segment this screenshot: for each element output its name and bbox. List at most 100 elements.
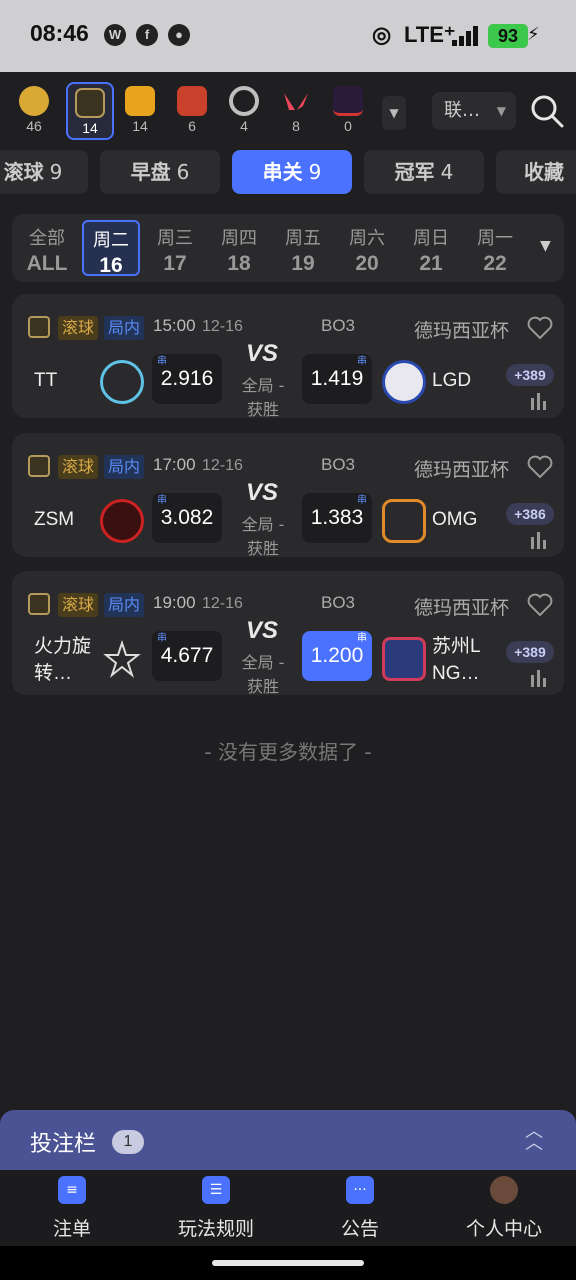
game-overwatch[interactable]: 4 <box>220 82 268 140</box>
odd-b-value: 1.200 <box>310 644 364 667</box>
day-thu[interactable]: 周四 18 <box>210 220 268 276</box>
day-sat[interactable]: 周六 20 <box>338 220 396 276</box>
clover-icon <box>19 86 49 116</box>
match-card[interactable]: 滚球 局内 17:00 12-16 BO3 德玛西亚杯 ZSM 串 3.082 … <box>12 433 564 558</box>
heart-icon <box>527 316 553 340</box>
odd-a-button[interactable]: 串 4.677 <box>152 631 222 681</box>
game-count: 6 <box>188 118 196 134</box>
market-label: 全局 - 获胜 <box>241 653 285 696</box>
cs-icon <box>125 86 155 116</box>
nav-label: 公告 <box>340 1218 379 1240</box>
tab-count: 6 <box>176 160 190 184</box>
match-card[interactable]: 滚球 局内 19:00 12-16 BO3 德玛西亚杯 火力旋转… 串 4.67… <box>12 571 564 696</box>
game-kof[interactable]: 0 <box>324 82 372 140</box>
more-markets-button[interactable]: +389 <box>506 641 554 663</box>
game-count: 0 <box>344 118 352 134</box>
game-count: 4 <box>240 118 248 134</box>
market-tabs: 滚球 9 早盘 6 串关 9 冠军 4 收藏 <box>0 148 576 196</box>
odd-b-button[interactable]: 串 1.200 <box>302 631 372 681</box>
day-fri[interactable]: 周五 19 <box>274 220 332 276</box>
parlay-tag: 串 <box>157 495 167 506</box>
kof-icon <box>333 86 363 116</box>
inplay-badge: 局内 <box>104 593 145 617</box>
game-cs[interactable]: 14 <box>116 82 164 140</box>
slip-icon: ≡ <box>58 1176 86 1204</box>
day-sun[interactable]: 周日 21 <box>402 220 460 276</box>
game-count: 14 <box>82 120 98 136</box>
home-indicator[interactable] <box>212 1260 364 1266</box>
day-mon[interactable]: 周一 22 <box>466 220 524 276</box>
status-time: 08:46 <box>30 20 89 46</box>
tab-count: 9 <box>308 160 322 184</box>
day-tue[interactable]: 周二 16 <box>82 220 140 277</box>
match-card[interactable]: 滚球 局内 15:00 12-16 BO3 德玛西亚杯 TT 串 2.916 V… <box>12 294 564 419</box>
match-time: 15:00 <box>153 316 196 335</box>
chevron-down-icon[interactable]: ▼ <box>540 238 551 254</box>
stats-button[interactable] <box>529 392 549 410</box>
game-dota[interactable]: 6 <box>168 82 216 140</box>
tab-label: 串关 <box>262 160 303 184</box>
day-date: 21 <box>419 252 443 275</box>
more-games-button[interactable]: ▼ <box>382 96 406 130</box>
stats-button[interactable] <box>529 669 549 687</box>
day-date: 18 <box>227 252 251 275</box>
overwatch-icon <box>229 86 259 116</box>
nav-rules[interactable]: ☰ 玩法规则 <box>144 1176 288 1241</box>
odd-b-button[interactable]: 串 1.383 <box>302 493 372 543</box>
day-name: 周五 <box>285 228 321 249</box>
day-name: 周六 <box>349 228 385 249</box>
odd-a-button[interactable]: 串 2.916 <box>152 354 222 404</box>
heart-icon <box>527 455 553 479</box>
no-more-data: - 没有更多数据了 - <box>204 740 372 764</box>
tab-label: 收藏 <box>524 160 564 184</box>
lol-icon <box>28 455 50 477</box>
network-type: LTE⁺ <box>404 22 456 47</box>
game-lol[interactable]: 14 <box>66 82 114 140</box>
team-a-name: TT <box>34 370 58 391</box>
bet-bar-label: 投注栏 <box>30 1132 97 1157</box>
nav-notice[interactable]: ··· 公告 <box>288 1176 432 1241</box>
lol-icon <box>28 593 50 615</box>
tab-parlay[interactable]: 串关 9 <box>232 150 352 194</box>
stats-button[interactable] <box>529 531 549 549</box>
day-date: 16 <box>99 254 123 277</box>
odd-b-value: 1.383 <box>310 506 364 529</box>
nav-label: 个人中心 <box>465 1218 542 1240</box>
tab-early[interactable]: 早盘 6 <box>100 150 220 194</box>
chevron-down-icon: ▼ <box>496 104 506 118</box>
charging-icon: ⚡ <box>527 24 540 45</box>
notice-icon: ··· <box>346 1176 374 1204</box>
match-time: 19:00 <box>153 593 196 612</box>
expand-icon[interactable]: ︿ ︿ <box>520 1123 548 1154</box>
game-clover[interactable]: 46 <box>10 82 58 140</box>
favorite-button[interactable] <box>527 316 553 340</box>
favorite-button[interactable] <box>527 455 553 479</box>
odd-a-button[interactable]: 串 3.082 <box>152 493 222 543</box>
odd-a-value: 3.082 <box>160 506 214 529</box>
game-valorant[interactable]: 8 <box>272 82 320 140</box>
lol-icon <box>75 88 105 118</box>
facebook-icon: f <box>136 24 158 46</box>
nav-profile[interactable]: 个人中心 <box>432 1176 576 1241</box>
favorite-button[interactable] <box>527 593 553 617</box>
odd-b-button[interactable]: 串 1.419 <box>302 354 372 404</box>
nav-bets[interactable]: ≡ 注单 <box>0 1176 144 1241</box>
day-selector: 全部 ALL 周二 16 周三 17 周四 18 周五 19 周六 20 周日 … <box>12 214 564 282</box>
tab-outright[interactable]: 冠军 4 <box>364 150 484 194</box>
more-markets-button[interactable]: +386 <box>506 503 554 525</box>
bar-chart-icon <box>531 532 546 549</box>
day-wed[interactable]: 周三 17 <box>146 220 204 276</box>
team-b-name: 苏州LNG… <box>432 636 481 684</box>
tab-favorites[interactable]: 收藏 <box>496 150 576 194</box>
search-button[interactable] <box>530 94 564 128</box>
day-date: 22 <box>483 252 507 275</box>
match-time: 17:00 <box>153 455 196 474</box>
tab-live[interactable]: 滚球 9 <box>0 150 88 194</box>
bet-slip-bar[interactable]: 投注栏 1 ︿ ︿ <box>0 1110 576 1172</box>
day-name: 周四 <box>221 228 257 249</box>
star-icon <box>103 639 141 678</box>
language-select[interactable]: 联… ▼ <box>432 92 516 130</box>
day-name: 全部 <box>29 228 65 249</box>
day-all[interactable]: 全部 ALL <box>18 220 76 276</box>
more-markets-button[interactable]: +389 <box>506 364 554 386</box>
